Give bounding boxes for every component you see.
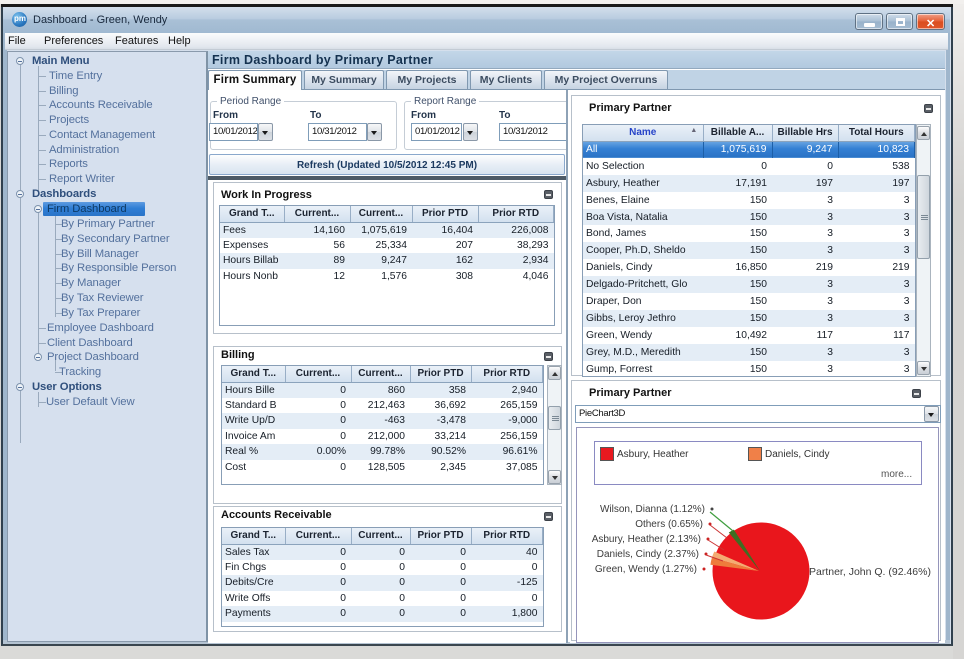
svg-text:Green, Wendy (1.27%): Green, Wendy (1.27%)	[595, 564, 697, 575]
svg-text:Asbury, Heather (2.13%): Asbury, Heather (2.13%)	[592, 534, 701, 545]
svg-text:Partner, John Q. (92.46%): Partner, John Q. (92.46%)	[809, 566, 931, 578]
svg-text:Daniels, Cindy (2.37%): Daniels, Cindy (2.37%)	[597, 549, 699, 560]
svg-text:Wilson, Dianna (1.12%): Wilson, Dianna (1.12%)	[600, 504, 705, 515]
svg-text:Others (0.65%): Others (0.65%)	[635, 519, 703, 530]
